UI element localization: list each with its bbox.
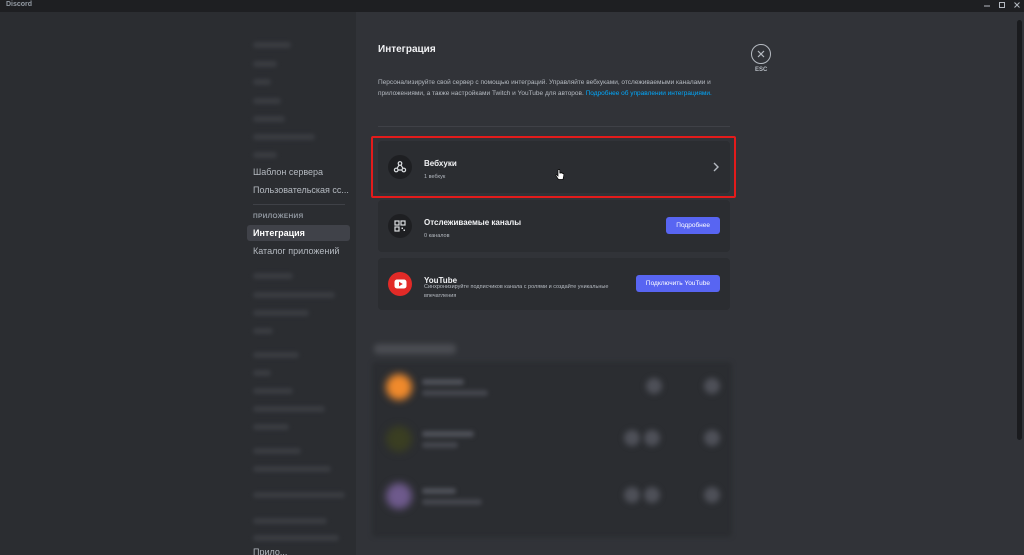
bot-meta-blurred [422,390,488,396]
sidebar-item-blurred[interactable] [253,492,345,498]
bot-control-blurred[interactable] [704,487,720,503]
sidebar-item-custom-invite[interactable]: Пользовательская сс... [247,182,350,198]
youtube-icon [388,272,412,296]
page-title: Интеграция [378,44,436,55]
page-description: Персонализируйте свой сервер с помощью и… [378,77,738,99]
bot-control-blurred[interactable] [624,430,640,446]
sidebar-item-integrations[interactable]: Интеграция [247,225,350,241]
section-divider [378,126,730,127]
youtube-card: YouTube Синхронизируйте подписчиков кана… [378,258,730,310]
followed-channels-card: Отслеживаемые каналы 0 каналов Подробнее [378,200,730,252]
minimize-icon[interactable] [982,1,992,11]
sidebar-item-blurred[interactable] [253,352,299,358]
sidebar-item-apps-cut[interactable]: Прило... [247,546,350,555]
sidebar-item-blurred[interactable] [253,42,291,48]
sidebar-item-blurred[interactable] [253,292,335,298]
bot-name-blurred [422,488,456,494]
sidebar-item-blurred[interactable] [253,134,315,140]
sidebar-item-blurred[interactable] [253,116,285,122]
avatar [386,374,412,400]
bot-row-blurred[interactable] [382,418,728,462]
learn-more-link[interactable]: Подробнее об управлении интеграциями. [586,90,712,97]
sidebar-item-blurred[interactable] [253,406,325,412]
sidebar-item-blurred[interactable] [253,370,271,376]
followed-channels-title: Отслеживаемые каналы [424,218,522,227]
sidebar-item-blurred[interactable] [253,518,327,524]
bot-control-blurred[interactable] [704,430,720,446]
bot-meta-blurred [422,499,482,505]
bot-row-blurred[interactable] [382,366,728,410]
scrollbar[interactable] [1017,20,1022,440]
sidebar-item-blurred[interactable] [253,328,273,334]
sidebar-item-blurred[interactable] [253,535,339,541]
sidebar-divider [253,204,345,205]
bot-control-blurred[interactable] [704,378,720,394]
sidebar-item-server-template[interactable]: Шаблон сервера [247,164,350,180]
sidebar-item-blurred[interactable] [253,79,271,85]
bot-meta-blurred [422,442,458,448]
sidebar-item-blurred[interactable] [253,152,277,158]
close-icon [757,50,765,58]
hand-pointer-icon [555,168,565,186]
bots-section-title-blurred [374,344,456,354]
sidebar-item-blurred[interactable] [253,448,301,454]
sidebar-item-blurred[interactable] [253,310,309,316]
sidebar-item-blurred[interactable] [253,424,289,430]
connect-youtube-button[interactable]: Подключить YouTube [635,275,720,292]
avatar [386,483,412,509]
maximize-icon[interactable] [997,1,1007,11]
followed-channels-count: 0 каналов [424,233,450,239]
youtube-description: Синхронизируйте подписчиков канала с рол… [424,284,609,299]
sidebar-item-blurred[interactable] [253,273,293,279]
sidebar-item-blurred[interactable] [253,466,331,472]
bot-control-blurred[interactable] [646,378,662,394]
learn-more-button[interactable]: Подробнее [666,217,720,234]
app-title: Discord [6,1,33,8]
bot-name-blurred [422,379,464,385]
sidebar-item-blurred[interactable] [253,98,281,104]
sidebar-item-app-directory[interactable]: Каталог приложений [247,243,350,259]
bot-control-blurred[interactable] [624,487,640,503]
avatar [386,426,412,452]
close-settings-button[interactable] [751,44,771,64]
bot-name-blurred [422,431,474,437]
window-close-icon[interactable] [1012,1,1022,11]
sidebar-item-blurred[interactable] [253,388,293,394]
esc-label: ESC [755,67,768,73]
settings-sidebar [0,12,356,555]
sidebar-header-apps: ПРИЛОЖЕНИЯ [253,213,304,220]
highlight-frame [371,136,736,198]
bot-row-blurred[interactable] [382,475,728,519]
qr-channel-icon [388,214,412,238]
bot-control-blurred[interactable] [644,430,660,446]
sidebar-item-blurred[interactable] [253,61,277,67]
bot-control-blurred[interactable] [644,487,660,503]
title-bar: Discord [0,0,1024,12]
